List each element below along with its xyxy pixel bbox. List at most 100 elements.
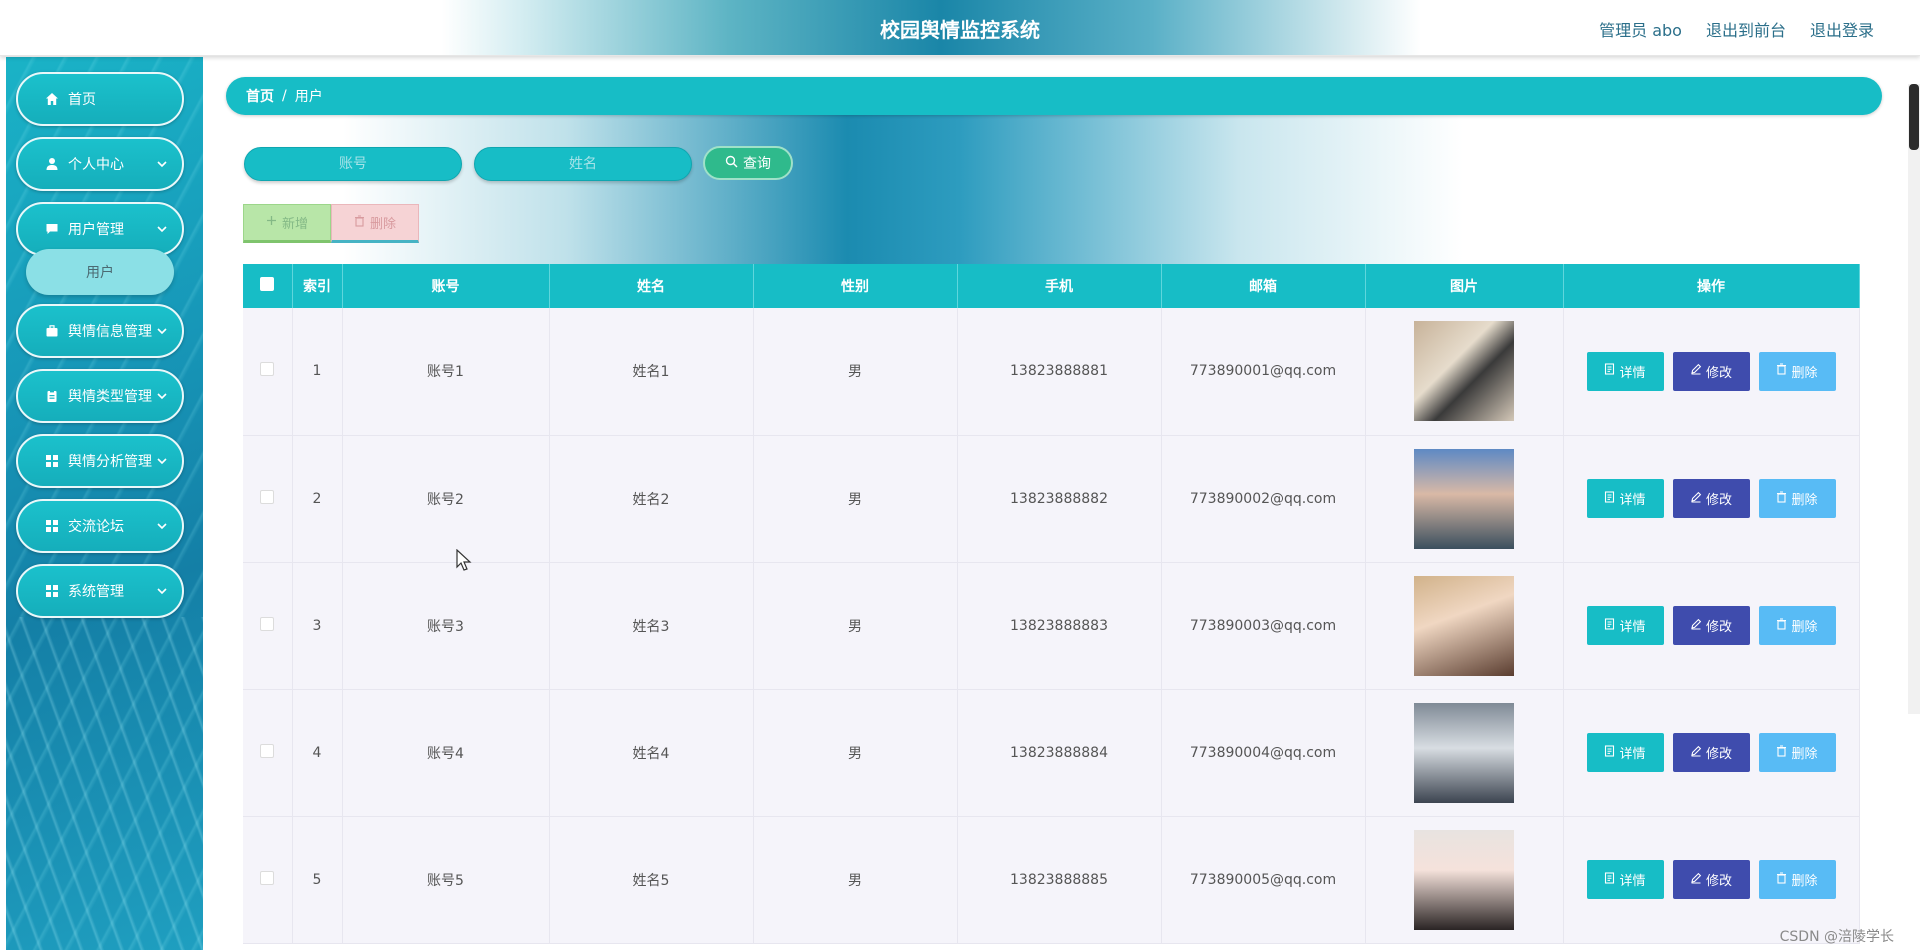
chevron-down-icon xyxy=(156,585,168,597)
edit-button[interactable]: 修改 xyxy=(1672,860,1750,899)
add-button[interactable]: 新增 xyxy=(243,204,331,243)
delete-button-label: 删除 xyxy=(1791,874,1818,889)
edit-icon xyxy=(1690,872,1702,888)
sidebar-item-label: 交流论坛 xyxy=(68,519,124,535)
chevron-down-icon xyxy=(156,455,168,467)
document-icon xyxy=(1604,490,1615,507)
breadcrumb-home[interactable]: 首页 xyxy=(246,86,274,106)
sidebar-item-opinion-analysis[interactable]: 舆情分析管理 xyxy=(16,434,184,488)
edit-icon xyxy=(1690,363,1702,379)
sidebar-subitem-users[interactable]: 用户 xyxy=(26,249,174,295)
cell-gender: 男 xyxy=(753,435,958,563)
delete-button[interactable]: 删除 xyxy=(1758,733,1836,772)
top-header: 校园舆情监控系统 管理员 abo 退出到前台 退出登录 xyxy=(0,0,1920,56)
batch-delete-button-label: 删除 xyxy=(369,217,396,232)
sidebar-item-system[interactable]: 系统管理 xyxy=(16,564,184,618)
detail-button[interactable]: 详情 xyxy=(1586,606,1664,645)
cell-name: 姓名2 xyxy=(549,435,754,563)
document-icon xyxy=(1604,617,1615,634)
row-checkbox[interactable] xyxy=(260,870,275,885)
select-all-checkbox[interactable] xyxy=(260,277,275,291)
cell-name: 姓名4 xyxy=(549,689,754,817)
edit-button[interactable]: 修改 xyxy=(1672,733,1750,772)
cell-phone: 13823888883 xyxy=(957,562,1162,690)
sidebar: 首页 个人中心 用户管理 用户 舆情信息管理 舆情类型管理 舆情分析管理 交流论… xyxy=(6,57,203,950)
edit-button-label: 修改 xyxy=(1705,620,1732,635)
cell-actions: 详情 修改 删除 xyxy=(1563,689,1860,817)
detail-button-label: 详情 xyxy=(1619,493,1646,508)
sidebar-item-forum[interactable]: 交流论坛 xyxy=(16,499,184,553)
detail-button[interactable]: 详情 xyxy=(1586,351,1664,391)
table-row: 2 账号2 姓名2 男 13823888882 773890002@qq.com 详情 修改 删… xyxy=(243,435,1860,563)
scrollbar-thumb[interactable] xyxy=(1909,84,1919,150)
sidebar-item-opinion-info[interactable]: 舆情信息管理 xyxy=(16,304,184,358)
cell-index: 3 xyxy=(292,562,343,690)
cell-email: 773890002@qq.com xyxy=(1161,435,1366,563)
sidebar-item-label: 首页 xyxy=(68,92,96,108)
table-row: 4 账号4 姓名4 男 13823888884 773890004@qq.com 详情 修改 删… xyxy=(243,689,1860,817)
watermark: CSDN @涪陵学长 xyxy=(1779,929,1894,945)
add-button-label: 新增 xyxy=(281,217,308,232)
sidebar-item-label: 系统管理 xyxy=(68,584,124,600)
cell-gender: 男 xyxy=(753,816,958,944)
exit-to-front-link[interactable]: 退出到前台 xyxy=(1706,17,1786,41)
delete-button-label: 删除 xyxy=(1791,620,1818,635)
row-checkbox[interactable] xyxy=(260,616,275,631)
edit-button[interactable]: 修改 xyxy=(1672,606,1750,645)
plus-icon xyxy=(266,215,277,230)
account-search-input[interactable] xyxy=(244,147,462,181)
column-header-name: 姓名 xyxy=(549,264,754,308)
cell-index: 4 xyxy=(292,689,343,817)
admin-label[interactable]: 管理员 abo xyxy=(1599,17,1682,41)
edit-button-label: 修改 xyxy=(1705,365,1732,381)
cell-actions: 详情 修改 删除 xyxy=(1563,435,1860,563)
batch-delete-button[interactable]: 删除 xyxy=(331,204,419,243)
document-icon xyxy=(1604,871,1615,888)
cell-image xyxy=(1365,816,1564,944)
row-select-cell xyxy=(243,435,293,563)
cell-name: 姓名1 xyxy=(549,308,754,436)
sidebar-item-personal-center[interactable]: 个人中心 xyxy=(16,137,184,191)
user-photo xyxy=(1414,702,1514,803)
sidebar-item-label: 舆情分析管理 xyxy=(68,454,152,470)
edit-button[interactable]: 修改 xyxy=(1672,479,1750,518)
column-header-phone: 手机 xyxy=(957,264,1162,308)
delete-button[interactable]: 删除 xyxy=(1758,479,1836,518)
sidebar-item-home[interactable]: 首页 xyxy=(16,72,184,126)
row-checkbox[interactable] xyxy=(260,489,275,504)
detail-button[interactable]: 详情 xyxy=(1586,733,1664,772)
delete-button[interactable]: 删除 xyxy=(1758,351,1836,391)
name-search-input[interactable] xyxy=(474,147,692,181)
detail-button[interactable]: 详情 xyxy=(1586,479,1664,518)
main-content: 首页 / 用户 查询 新增 删除 索引 xyxy=(203,57,1903,950)
sidebar-item-label: 舆情类型管理 xyxy=(68,389,152,405)
sidebar-item-label: 个人中心 xyxy=(68,157,124,173)
edit-button-label: 修改 xyxy=(1705,747,1732,762)
grid-icon xyxy=(44,583,60,599)
cell-name: 姓名5 xyxy=(549,816,754,944)
detail-button-label: 详情 xyxy=(1619,747,1646,762)
delete-button[interactable]: 删除 xyxy=(1758,860,1836,899)
detail-button[interactable]: 详情 xyxy=(1586,860,1664,899)
header-links: 管理员 abo 退出到前台 退出登录 xyxy=(1599,17,1874,41)
logout-link[interactable]: 退出登录 xyxy=(1810,17,1874,41)
table-body: 1 账号1 姓名1 男 13823888881 773890001@qq.com 详情 修改删… xyxy=(243,308,1860,944)
trash-icon xyxy=(354,214,365,231)
query-button[interactable]: 查询 xyxy=(703,146,793,180)
suitcase-icon xyxy=(44,323,60,339)
mouse-cursor-icon xyxy=(456,549,472,571)
cell-actions: 详情 修改 删除 xyxy=(1563,816,1860,944)
edit-button[interactable]: 修改 xyxy=(1672,351,1750,391)
row-checkbox[interactable] xyxy=(260,743,275,758)
page-scrollbar[interactable] xyxy=(1908,84,1920,714)
cell-phone: 13823888882 xyxy=(957,435,1162,563)
user-table: 索引 账号 姓名 性别 手机 邮箱 图片 操作 1 账号1 姓名1 男 13823888… xyxy=(243,264,1860,944)
edit-button-label: 修改 xyxy=(1705,493,1732,508)
sidebar-item-user-management[interactable]: 用户管理 xyxy=(16,202,184,256)
delete-button[interactable]: 删除 xyxy=(1758,606,1836,645)
row-select-cell xyxy=(243,816,293,944)
user-photo xyxy=(1414,321,1514,422)
sidebar-item-opinion-type[interactable]: 舆情类型管理 xyxy=(16,369,184,423)
cell-account: 账号1 xyxy=(342,308,550,436)
row-checkbox[interactable] xyxy=(260,362,275,377)
